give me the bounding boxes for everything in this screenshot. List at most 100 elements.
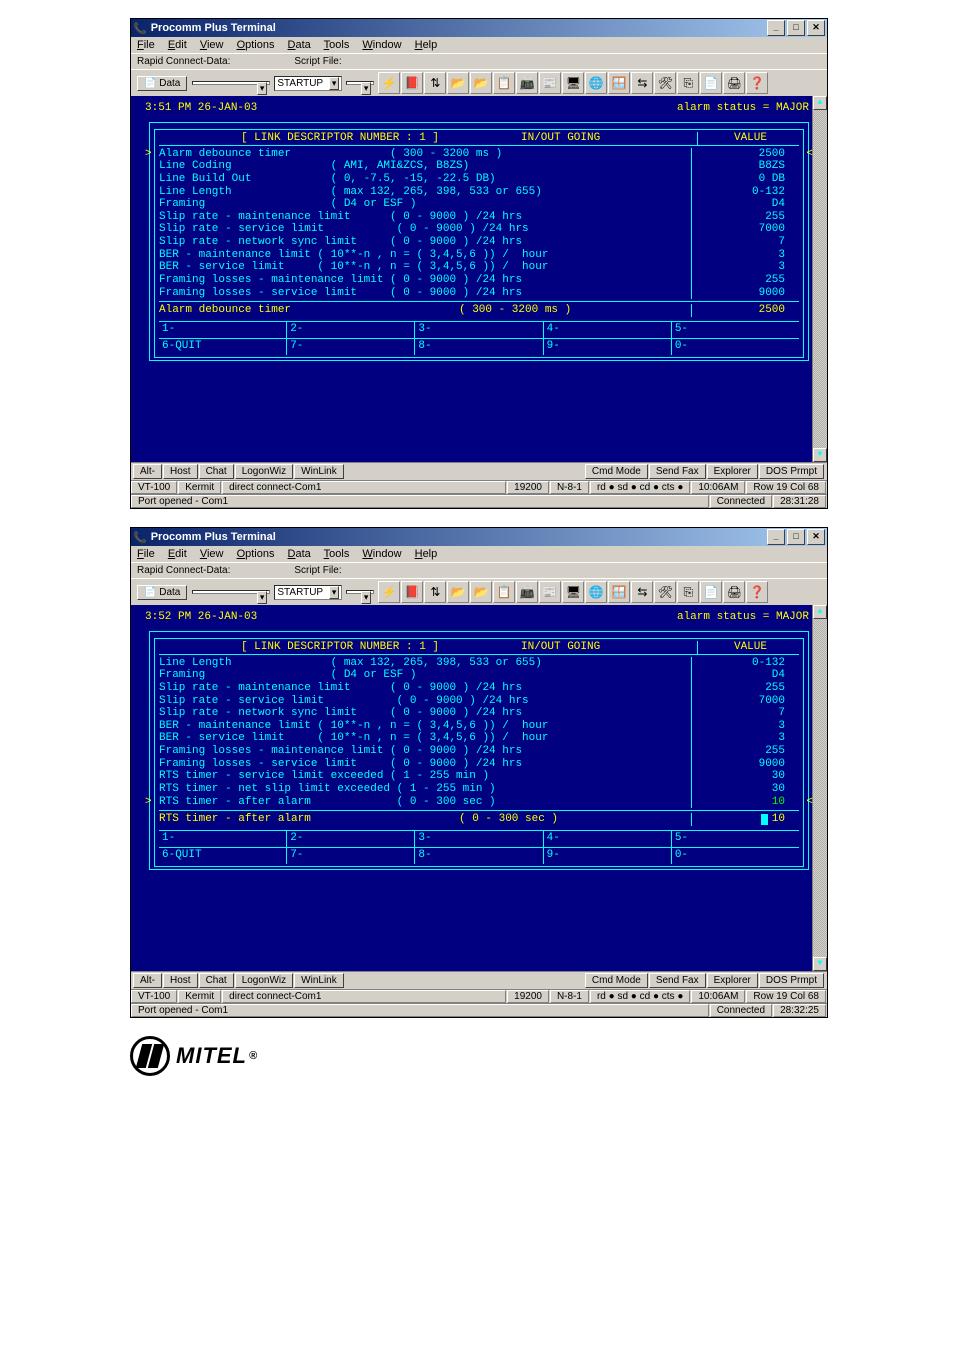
host-button[interactable]: Host <box>163 464 198 479</box>
sendfax-button[interactable]: Send Fax <box>649 973 706 988</box>
fkey-9[interactable]: 9- <box>544 339 672 355</box>
vt-cell[interactable]: VT-100 <box>131 481 177 494</box>
chat-button[interactable]: Chat <box>199 464 234 479</box>
minimize-button[interactable]: _ <box>767 20 785 36</box>
fkey-2[interactable]: 2- <box>287 322 415 338</box>
scroll-up-icon[interactable]: ▲ <box>813 605 827 619</box>
book-icon[interactable]: 📕 <box>401 72 423 94</box>
fkey-1[interactable]: 1- <box>159 831 287 847</box>
menu-edit[interactable]: Edit <box>168 39 187 51</box>
rapid-dropdown[interactable] <box>192 590 270 594</box>
rapid-dropdown[interactable] <box>192 81 270 85</box>
fkey-5[interactable]: 5- <box>672 831 799 847</box>
script-dropdown[interactable]: STARTUP <box>274 585 342 600</box>
updown-icon[interactable]: ⇅ <box>424 581 446 603</box>
data-mode-button[interactable]: 📄 Data <box>137 585 187 600</box>
ftp-icon[interactable]: ⇆ <box>631 72 653 94</box>
menu-tools[interactable]: Tools <box>324 39 350 51</box>
ftp-icon[interactable]: ⇆ <box>631 581 653 603</box>
edit-field-value[interactable]: 10 <box>691 813 799 826</box>
lightning-icon[interactable]: ⚡ <box>378 581 400 603</box>
menu-file[interactable]: File <box>137 39 155 51</box>
minimize-button[interactable]: _ <box>767 529 785 545</box>
menubar[interactable]: File Edit View Options Data Tools Window… <box>131 546 827 562</box>
script-dropdown[interactable]: STARTUP <box>274 76 342 91</box>
print-icon[interactable]: 🖨 <box>723 72 745 94</box>
winlink-button[interactable]: WinLink <box>294 464 344 479</box>
sendfax-button[interactable]: Send Fax <box>649 464 706 479</box>
fkey-5[interactable]: 5- <box>672 322 799 338</box>
help-icon[interactable]: ❓ <box>746 72 768 94</box>
globe-icon[interactable]: 🌐 <box>585 581 607 603</box>
scrollbar[interactable]: ▲ ▼ <box>812 605 827 971</box>
logonwiz-button[interactable]: LogonWiz <box>235 464 293 479</box>
fkey-1[interactable]: 1- <box>159 322 287 338</box>
folder-down-icon[interactable]: 📂 <box>470 581 492 603</box>
menu-help[interactable]: Help <box>415 548 438 560</box>
maximize-button[interactable]: □ <box>787 20 805 36</box>
kermit-cell[interactable]: Kermit <box>178 990 221 1003</box>
monitor-icon[interactable]: 🖥 <box>562 72 584 94</box>
conn-cell[interactable]: direct connect-Com1 <box>222 990 506 1003</box>
folder-up-icon[interactable]: 📂 <box>447 72 469 94</box>
scroll-down-icon[interactable]: ▼ <box>813 448 827 462</box>
fkey-3[interactable]: 3- <box>415 322 543 338</box>
monitor-icon[interactable]: 🖥 <box>562 581 584 603</box>
data-mode-button[interactable]: 📄 Data <box>137 76 187 91</box>
winlink-button[interactable]: WinLink <box>294 973 344 988</box>
vt-cell[interactable]: VT-100 <box>131 990 177 1003</box>
titlebar[interactable]: 📞 Procomm Plus Terminal _ □ ✕ <box>131 19 827 37</box>
fkey-4[interactable]: 4- <box>544 322 672 338</box>
tools-icon[interactable]: 🛠 <box>654 72 676 94</box>
titlebar[interactable]: 📞 Procomm Plus Terminal _ □ ✕ <box>131 528 827 546</box>
menubar[interactable]: File Edit View Options Data Tools Window… <box>131 37 827 53</box>
alt-button[interactable]: Alt- <box>133 464 162 479</box>
dosprompt-button[interactable]: DOS Prmpt <box>759 973 824 988</box>
cmdmode-button[interactable]: Cmd Mode <box>585 464 648 479</box>
fkey-6QUIT[interactable]: 6-QUIT <box>159 339 287 355</box>
menu-help[interactable]: Help <box>415 39 438 51</box>
window-icon[interactable]: 🪟 <box>608 72 630 94</box>
menu-edit[interactable]: Edit <box>168 548 187 560</box>
fkey-0[interactable]: 0- <box>672 339 799 355</box>
menu-window[interactable]: Window <box>362 39 401 51</box>
dosprompt-button[interactable]: DOS Prmpt <box>759 464 824 479</box>
fkey-8[interactable]: 8- <box>415 848 543 864</box>
fkey-7[interactable]: 7- <box>287 848 415 864</box>
fkey-4[interactable]: 4- <box>544 831 672 847</box>
fkey-7[interactable]: 7- <box>287 339 415 355</box>
folder-down-icon[interactable]: 📂 <box>470 72 492 94</box>
scrollbar[interactable]: ▲ ▼ <box>812 96 827 462</box>
script-run-dropdown[interactable] <box>346 81 374 85</box>
scroll-up-icon[interactable]: ▲ <box>813 96 827 110</box>
menu-view[interactable]: View <box>200 39 224 51</box>
window-icon[interactable]: 🪟 <box>608 581 630 603</box>
paste-icon[interactable]: 📄 <box>700 72 722 94</box>
menu-options[interactable]: Options <box>237 39 275 51</box>
fkey-3[interactable]: 3- <box>415 831 543 847</box>
explorer-button[interactable]: Explorer <box>707 973 758 988</box>
chat-button[interactable]: Chat <box>199 973 234 988</box>
clipboard-icon[interactable]: 📋 <box>493 581 515 603</box>
fkey-0[interactable]: 0- <box>672 848 799 864</box>
print-icon[interactable]: 🖨 <box>723 581 745 603</box>
help-icon[interactable]: ❓ <box>746 581 768 603</box>
menu-data[interactable]: Data <box>288 548 311 560</box>
menu-view[interactable]: View <box>200 548 224 560</box>
lightning-icon[interactable]: ⚡ <box>378 72 400 94</box>
explorer-button[interactable]: Explorer <box>707 464 758 479</box>
folder-up-icon[interactable]: 📂 <box>447 581 469 603</box>
copy-icon[interactable]: ⎘ <box>677 581 699 603</box>
paste-icon[interactable]: 📄 <box>700 581 722 603</box>
host-button[interactable]: Host <box>163 973 198 988</box>
terminal-area-1[interactable]: ▲ ▼ 3:51 PM 26-JAN-03 alarm status = MAJ… <box>131 96 827 462</box>
menu-tools[interactable]: Tools <box>324 548 350 560</box>
globe-icon[interactable]: 🌐 <box>585 72 607 94</box>
cmdmode-button[interactable]: Cmd Mode <box>585 973 648 988</box>
book-icon[interactable]: 📕 <box>401 581 423 603</box>
copy-icon[interactable]: ⎘ <box>677 72 699 94</box>
menu-data[interactable]: Data <box>288 39 311 51</box>
fkey-2[interactable]: 2- <box>287 831 415 847</box>
terminal-area-2[interactable]: ▲ ▼ 3:52 PM 26-JAN-03 alarm status = MAJ… <box>131 605 827 971</box>
news-icon[interactable]: 📰 <box>539 72 561 94</box>
